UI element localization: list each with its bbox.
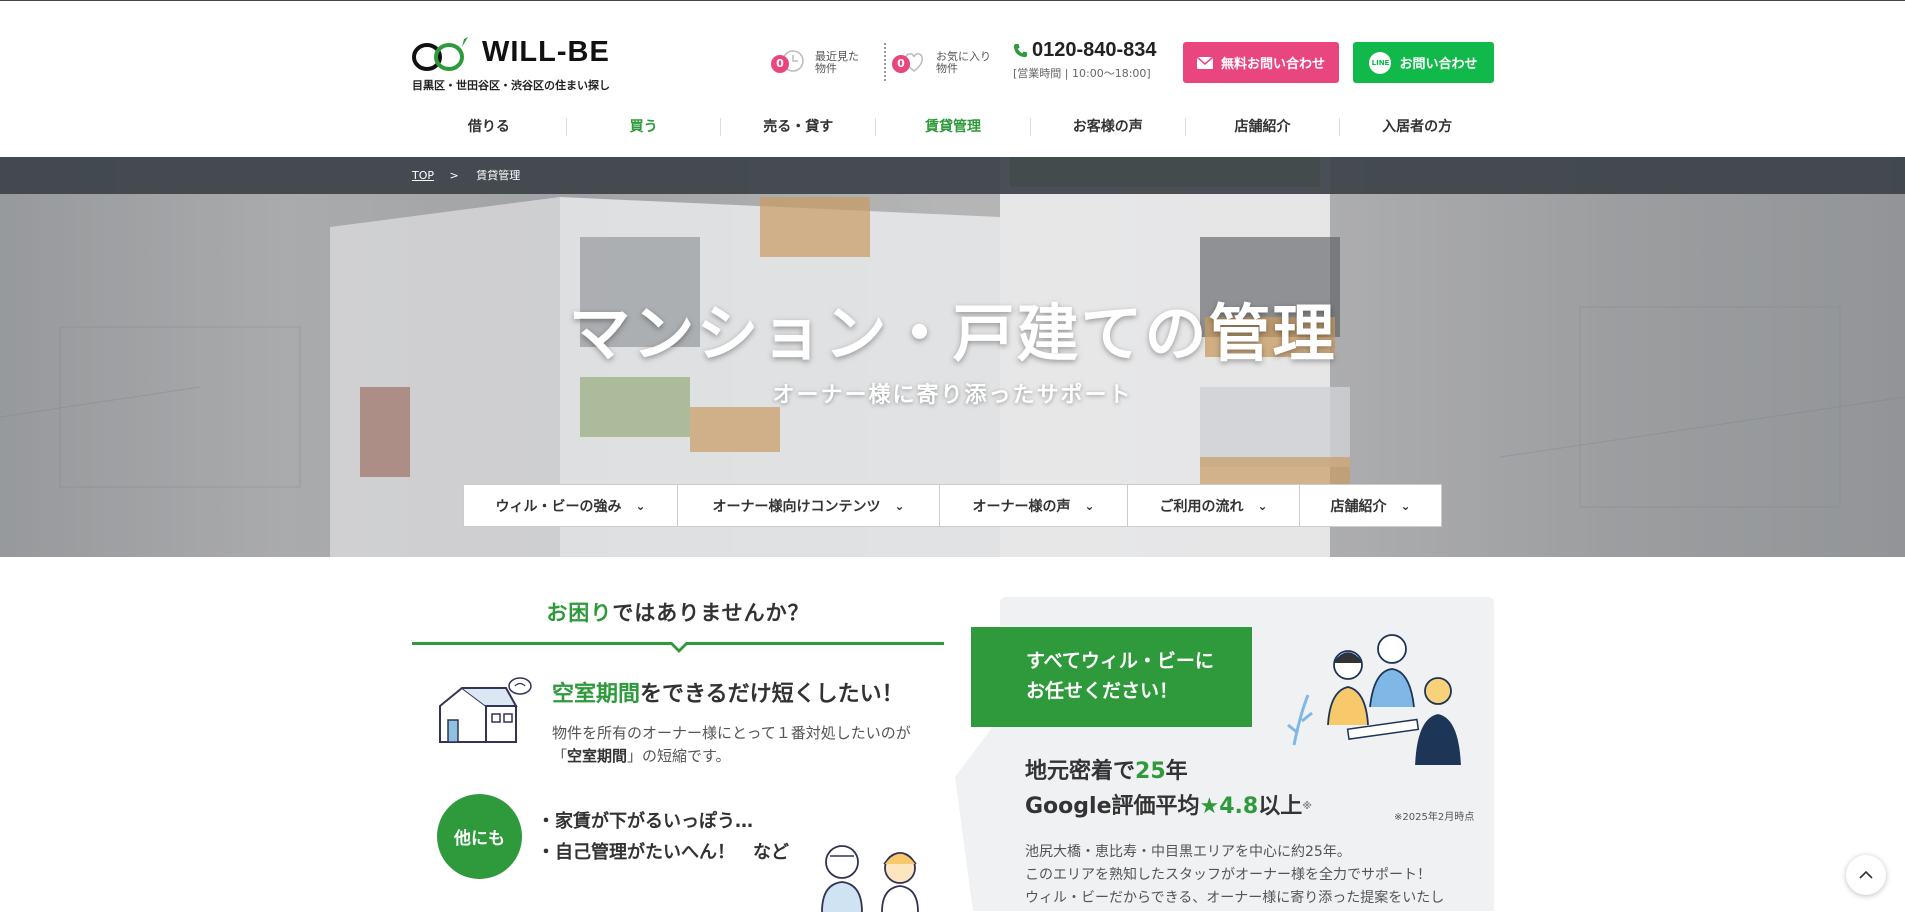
worried-people-illustration-icon <box>821 845 919 912</box>
recent-label-2: 物件 <box>815 62 837 75</box>
breadcrumb: TOP > 賃貸管理 <box>0 157 1905 194</box>
nav-item-rent[interactable]: 借りる <box>412 118 567 136</box>
business-hours: [営業時間 | 10:00〜18:00] <box>1013 67 1151 80</box>
vacancy-question: 空室期間をできるだけ短くしたい！ <box>552 676 904 708</box>
logo-tagline: 目黒区・世田谷区・渋谷区の住まい探し <box>412 79 610 92</box>
favorites-count-badge: 0 <box>892 55 910 73</box>
subnav-flow[interactable]: ご利用の流れ ⌄ <box>1128 485 1300 526</box>
free-inquiry-label: 無料お問い合わせ <box>1220 57 1325 72</box>
phone-block[interactable]: 0120-840-834 [営業時間 | 10:00〜18:00] <box>1013 39 1157 81</box>
header-divider <box>884 43 886 81</box>
breadcrumb-top-link[interactable]: TOP <box>412 169 434 182</box>
phone-icon <box>1013 43 1028 58</box>
google-rating: ★4.8 <box>1199 794 1259 819</box>
hero-title: マンション・戸建ての管理 <box>568 297 1337 370</box>
chevron-down-icon: ⌄ <box>635 498 646 513</box>
ribbon-line-2: お任せください！ <box>1026 680 1179 702</box>
main-nav: 借りる 買う 売る・貸す 賃貸管理 お客様の声 店舗紹介 入居者の方 <box>412 113 1494 141</box>
trouble-heading: お困りではありませんか？ <box>412 597 944 627</box>
mail-icon <box>1196 56 1213 69</box>
house-illustration-icon <box>439 677 532 743</box>
recent-viewed[interactable]: 0 最近見た 物件 <box>771 47 859 79</box>
ribbon-line-1: すべてウィル・ビーに <box>1026 650 1214 672</box>
hero-subtitle: オーナー様に寄り添ったサポート <box>772 383 1133 408</box>
subnav-stores-label: 店舗紹介 <box>1330 498 1387 515</box>
local-text-1: 地元密着で <box>1025 759 1136 784</box>
rating-date-note: ※2025年2月時点 <box>1394 812 1475 823</box>
site-logo[interactable]: WILL-BE 目黒区・世田谷区・渋谷区の住まい探し <box>412 29 622 92</box>
local-rooted-heading: 地元密着で25年 Google評価平均★4.8以上※ <box>1025 754 1312 824</box>
google-text-2: 以上 <box>1258 794 1303 819</box>
google-footnote-mark: ※ <box>1302 801 1312 812</box>
nav-item-testimonials[interactable]: お客様の声 <box>1031 118 1186 136</box>
line-inquiry-button[interactable]: LINE お問い合わせ <box>1353 42 1494 83</box>
other-badge: 他にも <box>437 794 522 879</box>
line-inquiry-label: お問い合わせ <box>1399 57 1478 72</box>
consultation-illustration-icon <box>1287 634 1461 765</box>
desc-line: 池尻大橋・恵比寿・中目黒エリアを中心に約25年。 <box>1025 844 1351 860</box>
subnav-owner-contents[interactable]: オーナー様向けコンテンツ ⌄ <box>678 485 940 526</box>
logo-text: WILL-BE <box>482 36 610 68</box>
chevron-down-icon: ⌄ <box>1400 498 1411 513</box>
breadcrumb-separator: > <box>449 169 459 182</box>
subnav-owner-voices-label: オーナー様の声 <box>972 498 1071 515</box>
back-to-top-button[interactable] <box>1846 855 1886 895</box>
other-concern-item: ・家賃が下がるいっぽう… <box>537 811 753 832</box>
subnav-strengths-label: ウィル・ビーの強み <box>495 498 622 515</box>
vacancy-description: 物件を所有のオーナー様にとって１番対処したいのが「空室期間」の短縮です。 <box>552 722 932 768</box>
breadcrumb-current: 賃貸管理 <box>476 169 521 182</box>
nav-item-stores[interactable]: 店舗紹介 <box>1186 118 1341 136</box>
subnav-owner-voices[interactable]: オーナー様の声 ⌄ <box>940 485 1128 526</box>
section-subnav: ウィル・ビーの強み ⌄ オーナー様向けコンテンツ ⌄ オーナー様の声 ⌄ ご利用… <box>463 484 1442 527</box>
trouble-heading-rest: ではありませんか？ <box>612 601 810 625</box>
free-inquiry-button[interactable]: 無料お問い合わせ <box>1183 42 1339 83</box>
support-description: 池尻大橋・恵比寿・中目黒エリアを中心に約25年。 このエリアを熟知したスタッフが… <box>1025 841 1485 910</box>
other-concern-item: ・自己管理がたいへん！ など <box>537 842 789 863</box>
desc-line: このエリアを熟知したスタッフがオーナー様を全力でサポート！ <box>1025 867 1431 883</box>
chevron-down-icon: ⌄ <box>1257 498 1268 513</box>
nav-item-buy[interactable]: 買う <box>567 118 722 136</box>
vacancy-question-accent: 空室期間 <box>552 682 641 707</box>
leave-it-to-us-ribbon: すべてウィル・ビーに お任せください！ <box>971 627 1252 727</box>
site-header: WILL-BE 目黒区・世田谷区・渋谷区の住まい探し 0 最近見た 物件 0 お… <box>0 1 1905 157</box>
hero-section: TOP > 賃貸管理 マンション・戸建ての管理 オーナー様に寄り添ったサポート … <box>0 157 1905 557</box>
favorites-label-2: 物件 <box>936 62 958 75</box>
local-years: 25 <box>1135 759 1166 784</box>
nav-item-sell-lease[interactable]: 売る・貸す <box>721 118 877 136</box>
nav-item-residents[interactable]: 入居者の方 <box>1340 118 1494 136</box>
phone-number: 0120-840-834 <box>1032 39 1157 61</box>
other-concerns-list: ・家賃が下がるいっぽう… ・自己管理がたいへん！ など <box>537 806 789 868</box>
favorites[interactable]: 0 お気に入り 物件 <box>892 47 991 79</box>
nav-item-rental-management[interactable]: 賃貸管理 <box>876 118 1031 136</box>
trouble-heading-accent: お困り <box>546 601 613 625</box>
subnav-stores[interactable]: 店舗紹介 ⌄ <box>1300 485 1441 526</box>
chevron-up-icon <box>1859 870 1873 879</box>
subnav-flow-label: ご利用の流れ <box>1159 498 1244 515</box>
google-text-1: Google評価平均 <box>1025 794 1200 819</box>
subnav-owner-contents-label: オーナー様向けコンテンツ <box>712 498 881 515</box>
vacancy-question-rest: をできるだけ短くしたい！ <box>640 682 904 707</box>
vacancy-desc-after: 」の短縮です。 <box>627 747 731 765</box>
vacancy-desc-bold: 空室期間 <box>567 747 628 765</box>
chevron-down-icon: ⌄ <box>1084 498 1095 513</box>
subnav-strengths[interactable]: ウィル・ビーの強み ⌄ <box>464 485 678 526</box>
recent-count-badge: 0 <box>771 55 789 73</box>
chevron-down-icon: ⌄ <box>894 498 905 513</box>
line-icon: LINE <box>1369 51 1392 74</box>
logo-rings-icon <box>412 37 468 71</box>
desc-line: ウィル・ビーだからできる、オーナー様に寄り添った提案をいたし <box>1025 890 1445 906</box>
local-text-2: 年 <box>1165 759 1188 784</box>
